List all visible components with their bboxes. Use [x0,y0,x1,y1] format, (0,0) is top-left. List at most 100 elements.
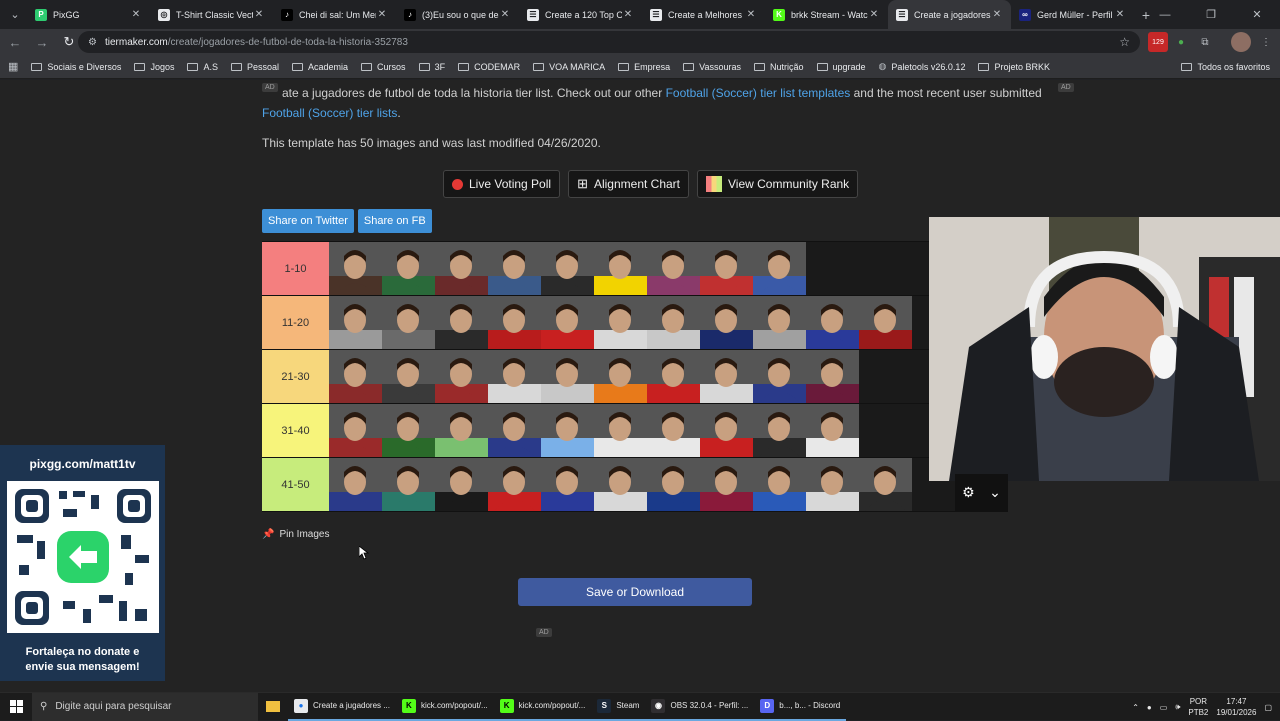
browser-tab[interactable]: ♪ Chei di sal: Um Meme✕ [273,0,396,29]
share-fb-button[interactable]: Share on FB [357,209,432,233]
player-image[interactable] [700,404,753,457]
browser-tab[interactable]: P PixGG ✕ [27,0,150,29]
file-explorer-icon[interactable] [258,693,288,721]
bookmark-item[interactable]: Academia [292,61,348,72]
taskbar-app[interactable]: Kkick.com/popout/... [395,693,494,721]
player-image[interactable] [753,458,806,511]
bookmark-item[interactable]: Sociais e Diversos [31,61,121,72]
player-image[interactable] [329,350,382,403]
player-image[interactable] [594,404,647,457]
player-image[interactable] [488,404,541,457]
player-image[interactable] [594,296,647,349]
tab-close-icon[interactable]: ✕ [1114,9,1126,20]
player-image[interactable] [753,242,806,295]
browser-tab[interactable]: ∞ Gerd Müller - Perfil d ✕ [1011,0,1134,29]
player-image[interactable] [647,458,700,511]
player-image[interactable] [806,350,859,403]
alignment-chart-button[interactable]: ⊞ Alignment Chart [568,170,690,198]
bookmark-item[interactable]: A.S [187,61,218,72]
player-image[interactable] [329,458,382,511]
player-image[interactable] [541,350,594,403]
player-image[interactable] [647,242,700,295]
tray-expand-icon[interactable]: ⌃ [1132,703,1139,712]
save-download-button[interactable]: Save or Download [518,578,752,606]
tray-app-icon[interactable]: ● [1147,703,1152,712]
tab-close-icon[interactable]: ✕ [130,9,142,20]
templates-link[interactable]: Football (Soccer) tier list templates [666,86,851,100]
taskbar-app[interactable]: Db..., b... - Discord [754,693,847,721]
extension-green-icon[interactable]: ● [1171,32,1191,52]
player-image[interactable] [435,458,488,511]
keyboard-language[interactable]: POR PTB2 [1188,696,1208,718]
bookmark-item[interactable]: Jogos [134,61,174,72]
bookmark-star-icon[interactable]: ☆ [1119,35,1130,49]
restore-icon[interactable]: ❐ [1188,0,1234,29]
player-image[interactable] [435,350,488,403]
chevron-down-icon[interactable]: ⌄ [989,484,1001,501]
taskbar-search[interactable]: ⚲ Digite aqui para pesquisar [32,692,258,721]
community-rank-button[interactable]: View Community Rank [697,170,859,198]
taskbar-app[interactable]: ◉ OBS 32.0.4 - Perfil: ... [645,693,755,721]
bookmark-item[interactable]: Projeto BRKK [978,61,1050,72]
apps-grid-icon[interactable]: ▦ [8,60,18,73]
bookmark-item[interactable]: ◍ Paletools v26.0.12 [879,61,966,72]
bookmark-item[interactable]: Pessoal [230,61,279,72]
tier-label[interactable]: 31-40 [262,404,329,457]
player-image[interactable] [329,242,382,295]
player-image[interactable] [488,296,541,349]
player-image[interactable] [488,350,541,403]
tab-close-icon[interactable]: ✕ [499,9,511,20]
share-twitter-button[interactable]: Share on Twitter [262,209,354,233]
volume-icon[interactable]: 🕪 [1175,702,1180,712]
back-icon[interactable]: ← [3,30,27,54]
player-image[interactable] [806,296,859,349]
player-image[interactable] [541,458,594,511]
tab-close-icon[interactable]: ✕ [622,9,634,20]
tier-label[interactable]: 21-30 [262,350,329,403]
player-image[interactable] [753,296,806,349]
pin-images-toggle[interactable]: 📌 Pin Images [262,529,329,540]
player-image[interactable] [435,242,488,295]
player-image[interactable] [594,458,647,511]
player-image[interactable] [488,458,541,511]
player-image[interactable] [806,404,859,457]
player-image[interactable] [329,296,382,349]
tab-close-icon[interactable]: ✕ [991,9,1003,20]
taskbar-app[interactable]: S Steam [591,693,646,721]
player-image[interactable] [435,296,488,349]
player-image[interactable] [382,404,435,457]
live-voting-button[interactable]: Live Voting Poll [443,170,561,198]
browser-tab[interactable]: ☰ Create a jogadores d ✕ [888,0,1011,29]
player-image[interactable] [382,350,435,403]
bookmark-item[interactable]: 3F [418,61,445,72]
browser-tab[interactable]: ☰ Create a 120 Top On ✕ [519,0,642,29]
taskbar-app[interactable]: ● Create a jugadores ... [288,693,396,721]
player-image[interactable] [647,404,700,457]
settings-gear-icon[interactable]: ⚙ [962,484,975,501]
tier-label[interactable]: 11-20 [262,296,329,349]
site-info-icon[interactable]: ⚙ [88,37,97,48]
minimize-icon[interactable]: — [1142,0,1188,29]
player-image[interactable] [859,458,912,511]
player-image[interactable] [329,404,382,457]
bookmark-item[interactable]: Empresa [618,61,670,72]
player-image[interactable] [647,350,700,403]
bookmark-item[interactable]: Cursos [361,61,406,72]
close-window-icon[interactable]: ✕ [1234,0,1280,29]
tier-label[interactable]: 41-50 [262,458,329,511]
profile-avatar[interactable] [1231,32,1251,52]
player-image[interactable] [753,404,806,457]
player-image[interactable] [594,242,647,295]
player-image[interactable] [753,350,806,403]
notifications-icon[interactable]: ▢ [1264,703,1272,712]
player-image[interactable] [700,242,753,295]
clock[interactable]: 17:47 19/01/2026 [1216,696,1256,718]
tier-label[interactable]: 1-10 [262,242,329,295]
bookmark-item[interactable]: Nutrição [753,61,804,72]
tierlists-link[interactable]: Football (Soccer) tier lists [262,106,397,120]
player-image[interactable] [806,458,859,511]
tab-close-icon[interactable]: ✕ [745,9,757,20]
browser-tab[interactable]: ☰ Create a Melhores lu ✕ [642,0,765,29]
bookmark-item[interactable]: CODEMAR [458,61,520,72]
forward-icon[interactable]: → [30,30,54,54]
